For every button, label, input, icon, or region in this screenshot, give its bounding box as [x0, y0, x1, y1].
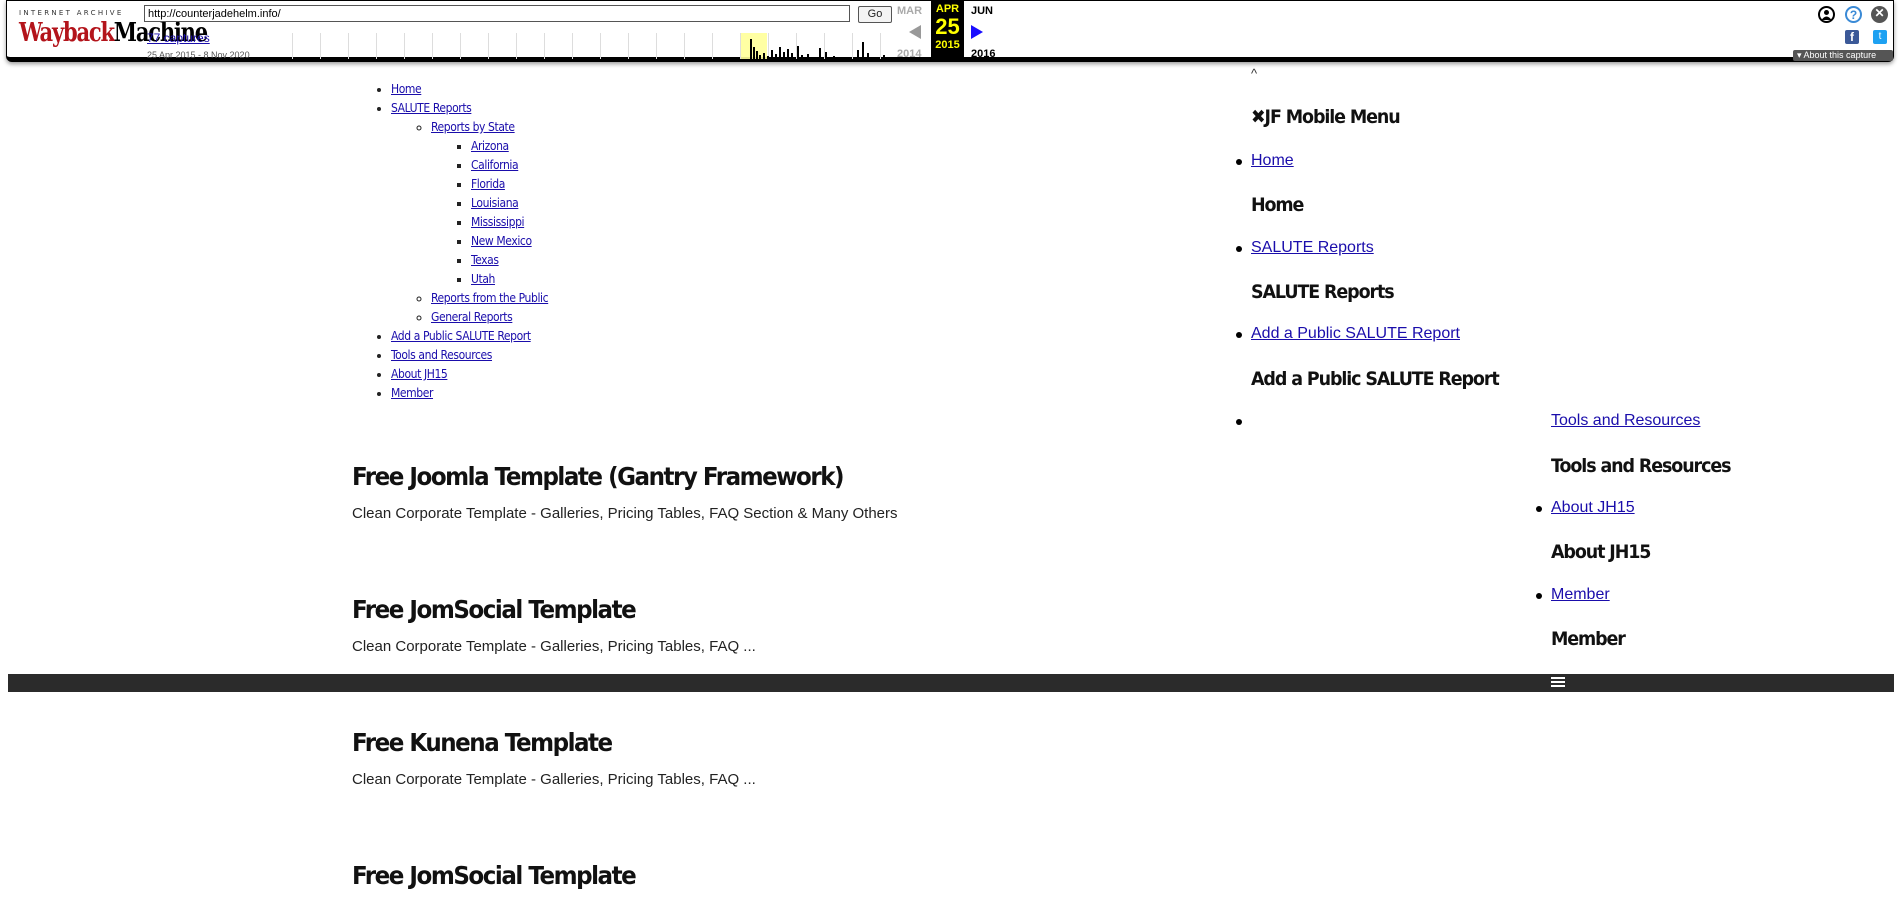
mobile-menu-link-member[interactable]: Member — [1551, 586, 1610, 604]
nav-member[interactable]: Member — [391, 386, 433, 400]
list-bullet — [1236, 332, 1242, 338]
captures-link[interactable]: 77 captures — [147, 31, 210, 45]
sparkline-bar — [753, 47, 755, 59]
article-title[interactable]: Free Kunena Template — [352, 728, 723, 757]
list-bullet — [1536, 593, 1542, 599]
sparkline-bar — [787, 49, 789, 59]
list-bullet — [1236, 159, 1242, 165]
capture-range: 25 Apr 2015 - 8 Nov 2020 — [147, 50, 250, 60]
capture-sparkline[interactable] — [265, 33, 889, 59]
article-desc: Clean Corporate Template - Galleries, Pr… — [352, 771, 756, 788]
sparkline-bar — [763, 53, 765, 59]
sparkline-bar — [759, 55, 761, 59]
sparkline-bar — [791, 53, 793, 59]
mobile-menu-heading-about: About JH15 — [1551, 541, 1651, 563]
sparkline-bar — [807, 54, 809, 59]
sparkline-bar — [825, 52, 827, 59]
current-capture-date: APR 25 2015 — [931, 1, 964, 58]
sparkline-bar — [775, 54, 777, 59]
nav-state-louisiana[interactable]: Louisiana — [471, 196, 519, 210]
nav-reports-by-state[interactable]: Reports by State — [431, 120, 515, 134]
nav-about-jh15[interactable]: About JH15 — [391, 367, 448, 381]
next-capture-arrow-icon[interactable] — [971, 25, 983, 39]
nav-salute-reports[interactable]: SALUTE Reports — [391, 101, 472, 115]
main-nav: Home SALUTE Reports Reports by State Ari… — [351, 80, 549, 403]
mobile-menu-link-about[interactable]: About JH15 — [1551, 499, 1635, 517]
nav-state-florida[interactable]: Florida — [471, 177, 505, 191]
nav-state-california[interactable]: California — [471, 158, 519, 172]
article-desc: Clean Corporate Template - Galleries, Pr… — [352, 505, 898, 522]
mobile-menu-title[interactable]: ✖JF Mobile Menu — [1251, 106, 1401, 128]
prev-year[interactable]: 2014 — [897, 48, 921, 60]
sparkline-bar — [857, 50, 859, 59]
article-item: Free JomSocial Template Clean Corporate … — [352, 595, 756, 655]
prev-month[interactable]: MAR — [897, 5, 922, 17]
mobile-menu-heading-home: Home — [1251, 194, 1304, 216]
mobile-menu-heading-tools: Tools and Resources — [1551, 455, 1731, 477]
nav-state-utah[interactable]: Utah — [471, 272, 495, 286]
nav-state-arizona[interactable]: Arizona — [471, 139, 509, 153]
wayback-logo[interactable]: INTERNET ARCHIVE WaybackMachine — [19, 9, 208, 46]
article-title[interactable]: Free Joomla Template (Gantry Framework) — [352, 462, 854, 491]
sparkline-bar — [783, 52, 785, 59]
nav-state-mississippi[interactable]: Mississippi — [471, 215, 525, 229]
list-bullet — [1236, 419, 1242, 425]
nav-add-public-report[interactable]: Add a Public SALUTE Report — [391, 329, 531, 343]
url-input[interactable] — [144, 5, 850, 22]
sparkline-bar — [883, 55, 885, 59]
mobile-menu-caret-icon[interactable]: ^ — [1251, 66, 1257, 81]
sparkline-bar — [750, 39, 752, 59]
sparkline-bar — [833, 56, 835, 59]
prev-capture-arrow-icon[interactable] — [909, 25, 921, 39]
article-title[interactable]: Free JomSocial Template — [352, 595, 723, 624]
current-year: 2015 — [935, 39, 960, 51]
article-item: Free Kunena Template Clean Corporate Tem… — [352, 728, 756, 788]
mobile-menu-link-add-report[interactable]: Add a Public SALUTE Report — [1251, 325, 1460, 343]
article-desc: Clean Corporate Template - Galleries, Pr… — [352, 638, 756, 655]
sparkline-bar — [797, 46, 799, 59]
twitter-icon[interactable]: t — [1873, 30, 1887, 44]
sparkline-bar — [771, 50, 773, 59]
sparkline-bar — [862, 42, 864, 59]
logo-wayback: Wayback — [19, 15, 115, 47]
list-bullet — [1236, 246, 1242, 252]
mobile-menu-heading-salute: SALUTE Reports — [1251, 281, 1395, 303]
sparkline-bar — [779, 47, 781, 59]
about-capture-button[interactable]: ▾ About this capture — [1793, 50, 1893, 61]
sparkline-bar — [819, 48, 821, 59]
nav-home[interactable]: Home — [391, 82, 422, 96]
sparkline-bar — [867, 53, 869, 59]
mobile-menu-link-home[interactable]: Home — [1251, 152, 1294, 170]
close-icon[interactable]: ✕ — [1871, 6, 1888, 23]
article-title[interactable]: Free JomSocial Template — [352, 861, 637, 890]
user-icon[interactable] — [1818, 6, 1835, 23]
mobile-menu-link-tools[interactable]: Tools and Resources — [1551, 412, 1700, 430]
nav-state-texas[interactable]: Texas — [471, 253, 499, 267]
wayback-toolbar: INTERNET ARCHIVE WaybackMachine Go 77 ca… — [6, 0, 1894, 62]
sparkline-bar — [767, 56, 769, 59]
go-button[interactable]: Go — [858, 6, 892, 23]
mobile-menu-heading-member: Member — [1551, 628, 1626, 650]
mobile-menu-link-salute[interactable]: SALUTE Reports — [1251, 239, 1374, 257]
sparkline-bar — [801, 55, 803, 59]
menu-bar — [8, 674, 1894, 692]
about-capture-label: About this capture — [1803, 50, 1877, 60]
hamburger-menu-icon[interactable] — [1551, 677, 1565, 689]
nav-state-new-mexico[interactable]: New Mexico — [471, 234, 532, 248]
article-item: Free JomSocial Template — [352, 861, 660, 890]
help-icon[interactable]: ? — [1845, 6, 1862, 23]
nav-general-reports[interactable]: General Reports — [431, 310, 513, 324]
next-year[interactable]: 2016 — [971, 48, 995, 60]
nav-tools-resources[interactable]: Tools and Resources — [391, 348, 492, 362]
current-day: 25 — [935, 14, 960, 39]
article-item: Free Joomla Template (Gantry Framework) … — [352, 462, 898, 522]
nav-reports-from-public[interactable]: Reports from the Public — [431, 291, 549, 305]
next-month[interactable]: JUN — [971, 5, 993, 17]
facebook-icon[interactable]: f — [1845, 30, 1859, 44]
mobile-menu-heading-add-report: Add a Public SALUTE Report — [1251, 368, 1500, 390]
sparkline-bar — [756, 51, 758, 59]
list-bullet — [1536, 506, 1542, 512]
